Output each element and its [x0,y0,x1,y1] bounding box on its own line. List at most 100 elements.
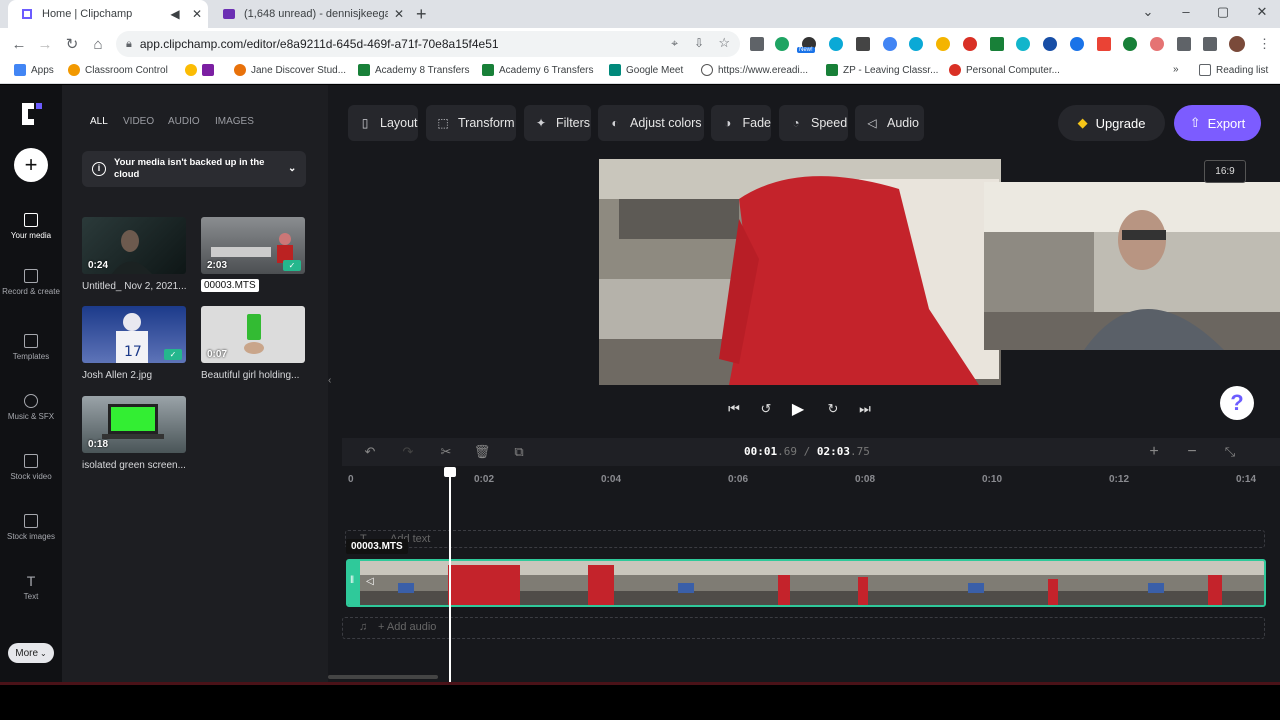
nav-record-create[interactable]: Record & create [0,269,62,296]
speed-button[interactable]: ◔ Speed [779,105,848,141]
collapse-panel-icon[interactable]: ‹ [328,375,338,395]
adjust-colors-button[interactable]: ◐ Adjust colors [598,105,704,141]
media-thumbnail[interactable]: 17 ✓ [82,306,186,363]
tab-clipchamp[interactable]: Home | Clipchamp ◀ ✕ [8,0,208,28]
media-control-icon[interactable] [1203,37,1217,51]
clipchamp-logo-icon[interactable] [18,99,46,129]
timeline-ruler[interactable]: 0 0:02 0:04 0:06 0:08 0:10 0:12 0:14 [342,466,1280,496]
bookmark-classroom-control[interactable]: Classroom Control [68,64,168,76]
menu-dots-icon[interactable]: ⋮ [1258,36,1271,52]
nav-templates[interactable]: Templates [0,334,62,361]
extension-icon[interactable] [856,37,870,51]
bookmark-academy-8[interactable]: Academy 8 Transfers [358,64,469,76]
zoom-out-icon[interactable]: − [1183,443,1201,461]
media-item[interactable]: 0:18 isolated green screen... [82,396,186,471]
extension-icon[interactable] [750,37,764,51]
extension-icon[interactable] [1150,37,1164,51]
bookmark-zp-leaving[interactable]: ZP - Leaving Classr... [826,64,938,76]
media-item[interactable]: 2:03 ✓ 00003.MTS [201,217,305,297]
extension-icon[interactable] [963,37,977,51]
playhead-handle[interactable] [444,467,456,477]
tab-video[interactable]: VIDEO [123,116,154,127]
forward-5-icon[interactable]: ↻ [825,401,841,417]
extension-icon[interactable] [936,37,950,51]
location-icon[interactable]: ⌖ [671,36,678,51]
bookmark-google-meet[interactable]: Google Meet [609,64,683,76]
address-bar[interactable]: 🔒︎ app.clipchamp.com/editor/e8a9211d-645… [116,31,740,57]
upgrade-button[interactable]: ◆ Upgrade [1058,105,1165,141]
media-item[interactable]: 0:24 Untitled_ Nov 2, 2021... [82,217,186,292]
extension-icon[interactable] [1097,37,1111,51]
add-text-track[interactable]: TAdd text [345,530,1265,548]
close-window-icon[interactable]: ✕ [1247,4,1277,20]
reload-icon[interactable]: ↻ [63,35,81,53]
aspect-ratio-badge[interactable]: 16:9 [1204,160,1246,183]
timeline-scrollbar[interactable] [328,675,438,679]
media-thumbnail[interactable]: 2:03 ✓ [201,217,305,274]
bookmark-star-icon[interactable]: ☆ [718,35,730,51]
undo-icon[interactable]: ↶ [361,443,379,461]
playhead[interactable] [449,468,451,682]
bookmarks-overflow-icon[interactable]: » [1173,64,1179,75]
delete-trash-icon[interactable]: 🗑︎ [473,443,491,461]
forward-icon[interactable]: → [36,35,54,53]
new-tab-icon[interactable]: + [416,5,427,23]
mute-icon[interactable]: ◀ [168,7,182,21]
split-scissors-icon[interactable]: ✂ [437,443,455,461]
install-icon[interactable]: ⇩ [694,36,704,50]
home-icon[interactable]: ⌂ [89,35,107,53]
nav-stock-images[interactable]: Stock images [0,514,62,541]
bookmark-apps[interactable]: Apps [14,64,54,76]
back-icon[interactable]: ← [10,35,28,53]
extension-icon[interactable] [883,37,897,51]
duplicate-icon[interactable]: ⧉ [510,443,528,461]
create-plus-button[interactable]: + [14,148,48,182]
transform-button[interactable]: ⬚ Transform [426,105,516,141]
nav-music-sfx[interactable]: Music & SFX [0,394,62,421]
export-button[interactable]: ⇧ Export [1174,105,1261,141]
tab-all[interactable]: ALL [90,116,108,127]
close-tab-icon[interactable]: ✕ [190,7,204,21]
media-thumbnail[interactable]: 0:07 [201,306,305,363]
help-button[interactable]: ? [1220,386,1254,420]
close-tab-icon[interactable]: ✕ [392,7,406,21]
zoom-in-icon[interactable]: + [1145,443,1163,461]
extension-icon[interactable] [1123,37,1137,51]
bookmark-ereading[interactable]: https://www.ereadi... [701,64,808,76]
skip-back-icon[interactable]: ⏮ [726,401,742,417]
filters-button[interactable]: ✦ Filters [524,105,591,141]
media-thumbnail[interactable]: 0:24 [82,217,186,274]
bookmark-academy-6[interactable]: Academy 6 Transfers [482,64,593,76]
backup-notice[interactable]: i Your media isn't backed up in the clou… [82,151,306,187]
nav-your-media[interactable]: Your media [0,213,62,240]
tab-images[interactable]: IMAGES [215,116,254,127]
preview-overlay-video[interactable] [984,182,1280,350]
preview-main-video[interactable] [599,159,1001,385]
audio-button[interactable]: ◁ Audio [855,105,924,141]
fit-timeline-icon[interactable]: ⤡ [1221,443,1239,461]
extension-icon[interactable] [829,37,843,51]
add-audio-track[interactable]: ♫ + Add audio [342,617,1265,639]
minimize-icon[interactable]: – [1171,4,1201,19]
bookmark-personal-computer[interactable]: Personal Computer... [949,64,1060,76]
tab-audio[interactable]: AUDIO [168,116,200,127]
extension-icon[interactable] [1070,37,1084,51]
extensions-puzzle-icon[interactable] [1177,37,1191,51]
skip-forward-icon[interactable]: ⏭ [857,401,873,417]
extension-icon[interactable] [990,37,1004,51]
play-button[interactable]: ▶ [790,401,806,418]
nav-text[interactable]: T Text [0,574,62,601]
media-item[interactable]: 0:07 Beautiful girl holding... [201,306,305,381]
extension-icon[interactable] [909,37,923,51]
extension-icon[interactable] [1043,37,1057,51]
more-button[interactable]: More ⌄ [8,643,54,663]
layout-button[interactable]: ▯ Layout [348,105,418,141]
tab-search-icon[interactable]: ⌄ [1133,4,1163,20]
nav-stock-video[interactable]: Stock video [0,454,62,481]
extension-icon[interactable] [1016,37,1030,51]
media-item[interactable]: 17 ✓ Josh Allen 2.jpg [82,306,186,381]
bookmark-emoji[interactable] [185,64,219,76]
maximize-icon[interactable]: ▢ [1208,4,1238,20]
profile-avatar[interactable] [1229,36,1245,52]
rewind-5-icon[interactable]: ↺ [758,401,774,417]
